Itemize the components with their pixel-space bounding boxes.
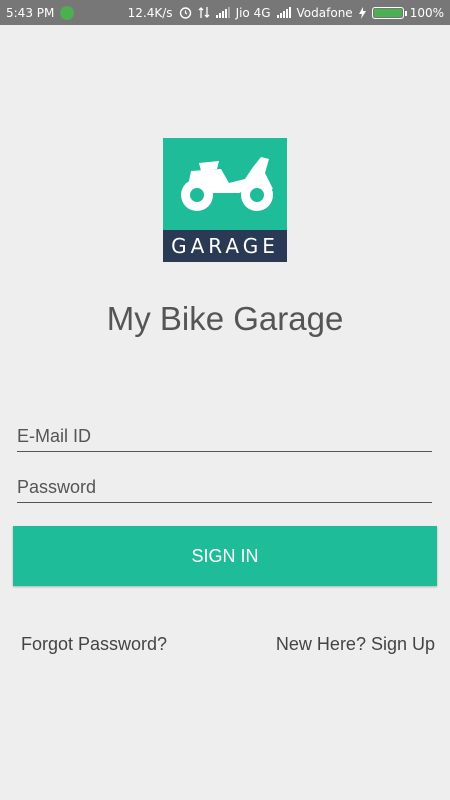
password-field[interactable] <box>17 477 432 498</box>
app-title: My Bike Garage <box>106 300 344 337</box>
alarm-icon <box>179 6 192 19</box>
status-bar: 5:43 PM 12.4K/s Jio 4G Vodafone 100% <box>0 0 450 25</box>
logo-text: GARAGE <box>163 230 287 262</box>
carrier-2: Vodafone <box>296 5 353 20</box>
email-field-container <box>17 414 432 452</box>
password-field-container <box>17 465 432 503</box>
app-logo: GARAGE <box>163 138 287 262</box>
email-field[interactable] <box>17 426 432 447</box>
battery-icon <box>371 6 407 19</box>
status-time: 5:43 PM <box>6 5 55 20</box>
carrier-1: Jio 4G <box>235 5 271 20</box>
motorcycle-icon <box>173 149 277 220</box>
charging-icon <box>358 6 366 19</box>
data-transfer-icon <box>198 6 210 19</box>
network-speed: 12.4K/s <box>127 5 173 20</box>
signal-icon-1 <box>215 7 230 18</box>
sign-up-link[interactable]: New Here? Sign Up <box>276 634 435 655</box>
forgot-password-link[interactable]: Forgot Password? <box>21 634 167 655</box>
sign-in-button[interactable]: SIGN IN <box>13 526 437 586</box>
notification-icon <box>60 5 75 20</box>
battery-level: 100% <box>409 5 444 20</box>
signal-icon-2 <box>276 7 291 18</box>
